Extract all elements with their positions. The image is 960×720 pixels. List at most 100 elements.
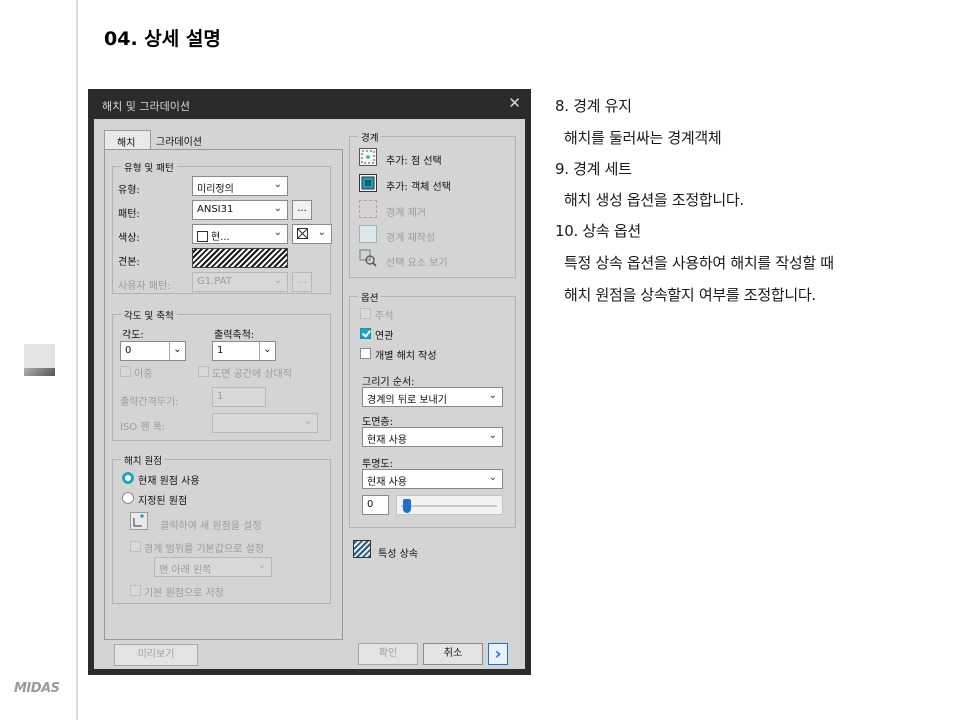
transparency-amount-value: 0: [367, 499, 374, 510]
associative-checkbox[interactable]: [360, 328, 371, 339]
origin-position-value: 맨 아래 왼쪽: [159, 565, 212, 576]
annotative-checkbox[interactable]: [360, 308, 371, 319]
color-select[interactable]: 현... ⌄: [192, 224, 288, 244]
store-default-label: 기본 원점으로 저장: [144, 588, 224, 599]
explanation-item-9-body: 해치 생성 옵션을 조정합니다.: [564, 191, 744, 209]
double-label: 이중: [134, 369, 153, 380]
chevron-down-icon: ⌄: [273, 227, 282, 238]
draw-order-select[interactable]: 경계의 뒤로 보내기 ⌄: [362, 387, 503, 407]
iso-pen-label: ISO 펜 폭:: [120, 422, 166, 433]
chevron-down-icon: ⌄: [259, 342, 275, 360]
no-color-icon: [297, 228, 308, 239]
separate-hatches-checkbox[interactable]: [360, 348, 371, 359]
current-origin-radio[interactable]: [122, 472, 134, 484]
explanation-item-8-body: 해치를 둘러싸는 경계객체: [564, 129, 722, 147]
inherit-properties-icon[interactable]: [353, 540, 371, 558]
transparency-slider-handle[interactable]: [403, 499, 411, 513]
view-selections-icon[interactable]: [359, 249, 377, 267]
pattern-label: 패턴:: [118, 209, 140, 220]
chevron-down-icon: ⌄: [273, 275, 282, 286]
annotative-label: 주석: [375, 311, 394, 322]
transparency-select[interactable]: 현재 사용 ⌄: [362, 469, 503, 489]
default-boundary-checkbox[interactable]: [130, 541, 141, 552]
current-origin-label: 현재 원점 사용: [138, 476, 200, 487]
type-select[interactable]: 미리정의 ⌄: [192, 176, 288, 196]
options-legend: 옵션: [358, 290, 382, 304]
draw-order-value: 경계의 뒤로 보내기: [367, 395, 447, 406]
remove-boundaries-icon[interactable]: [359, 200, 377, 218]
chevron-down-icon: ⌄: [273, 203, 282, 214]
spacing-input[interactable]: 1: [212, 387, 266, 407]
associative-label: 연관: [375, 331, 394, 342]
spacing-value: 1: [217, 391, 224, 402]
dialog-title: 해치 및 그라데이션: [102, 100, 190, 113]
add-select-objects-icon[interactable]: [359, 174, 377, 192]
preview-button[interactable]: 미리보기: [114, 644, 198, 666]
pattern-browse-button[interactable]: ...: [292, 200, 312, 220]
transparency-amount-input[interactable]: 0: [362, 495, 389, 515]
transparency-slider-line: [401, 505, 497, 507]
type-select-value: 미리정의: [197, 184, 234, 195]
custom-pattern-browse-button[interactable]: ...: [292, 272, 312, 292]
specified-origin-radio[interactable]: [122, 492, 134, 504]
explanation-item-10-body-2: 해치 원점을 상속할지 여부를 조정합니다.: [564, 286, 816, 304]
close-icon[interactable]: ✕: [508, 94, 521, 112]
chevron-down-icon: ⌄: [303, 416, 312, 427]
angle-scale-legend: 각도 및 축척: [121, 308, 177, 322]
cancel-button[interactable]: 취소: [423, 643, 483, 665]
separate-hatches-label: 개별 해치 작성: [375, 351, 437, 362]
pattern-select-value: ANSI31: [197, 204, 234, 215]
pattern-select[interactable]: ANSI31 ⌄: [192, 200, 288, 220]
hatch-origin-legend: 해치 원점: [121, 453, 165, 467]
chevron-down-icon: ⌄: [273, 179, 282, 190]
tab-hatch[interactable]: 해치: [104, 130, 151, 150]
relative-paperspace-checkbox[interactable]: [198, 366, 209, 377]
set-origin-icon[interactable]: [130, 512, 148, 530]
add-pick-points-icon[interactable]: [359, 148, 377, 166]
color-label: 색상:: [118, 233, 140, 244]
boundaries-legend: 경계: [358, 130, 382, 144]
relative-paperspace-label: 도면 공간에 상대적: [212, 369, 292, 380]
default-boundary-label: 경계 범위를 기본값으로 설정: [144, 544, 264, 555]
tab-gradient[interactable]: 그라데이션: [152, 130, 222, 150]
click-set-origin-label: 클릭하여 새 원점을 설정: [160, 521, 262, 532]
double-checkbox[interactable]: [120, 366, 131, 377]
transparency-slider-track[interactable]: [396, 495, 503, 515]
recreate-boundary-icon[interactable]: [359, 225, 377, 243]
tab-hatch-label: 해치: [117, 138, 136, 149]
layer-value: 현재 사용: [367, 435, 407, 446]
hatch-dialog: 해치 및 그라데이션 ✕ 해치 그라데이션 유형 및 패턴 유형: 미리정의 ⌄…: [88, 89, 531, 675]
ok-button[interactable]: 확인: [358, 643, 418, 665]
chevron-down-icon: ⌄: [317, 227, 326, 238]
dialog-body: 해치 그라데이션 유형 및 패턴 유형: 미리정의 ⌄ 패턴: ANSI31 ⌄…: [94, 119, 525, 669]
chevron-down-icon: ⌄: [169, 342, 185, 360]
page-title: 04. 상세 설명: [104, 28, 221, 50]
spacing-label: 출력간격두기:: [120, 397, 179, 408]
layer-select[interactable]: 현재 사용 ⌄: [362, 427, 503, 447]
custom-pattern-value: G1.PAT: [197, 276, 232, 287]
transparency-label: 투명도:: [362, 459, 393, 470]
tab-gradient-label: 그라데이션: [156, 137, 202, 148]
background-color-select[interactable]: ⌄: [292, 224, 332, 244]
chevron-down-icon: ⌄: [488, 390, 497, 401]
scale-select[interactable]: 1 ⌄: [212, 341, 276, 361]
store-default-checkbox[interactable]: [130, 585, 141, 596]
custom-pattern-label: 사용자 패턴:: [118, 281, 171, 292]
draw-order-label: 그리기 순서:: [362, 377, 415, 388]
left-divider: [76, 0, 78, 720]
more-options-button[interactable]: ›: [488, 643, 508, 665]
custom-pattern-select[interactable]: G1.PAT ⌄: [192, 272, 288, 292]
angle-value: 0: [125, 345, 132, 356]
hatch-swatch-preview[interactable]: [192, 248, 288, 268]
inherit-properties-label: 특성 상속: [378, 549, 418, 560]
explanation-item-8-title: 8. 경계 유지: [555, 97, 632, 115]
remove-boundaries-label: 경계 제거: [386, 208, 426, 219]
color-swatch-icon: [197, 231, 208, 242]
chevron-right-icon: ›: [494, 644, 502, 663]
transparency-value: 현재 사용: [367, 477, 407, 488]
origin-position-select[interactable]: 맨 아래 왼쪽 ⌄: [154, 557, 272, 577]
iso-pen-select[interactable]: ⌄: [212, 413, 318, 433]
type-pattern-legend: 유형 및 패턴: [121, 160, 177, 174]
angle-select[interactable]: 0 ⌄: [120, 341, 186, 361]
scale-value: 1: [217, 345, 224, 356]
